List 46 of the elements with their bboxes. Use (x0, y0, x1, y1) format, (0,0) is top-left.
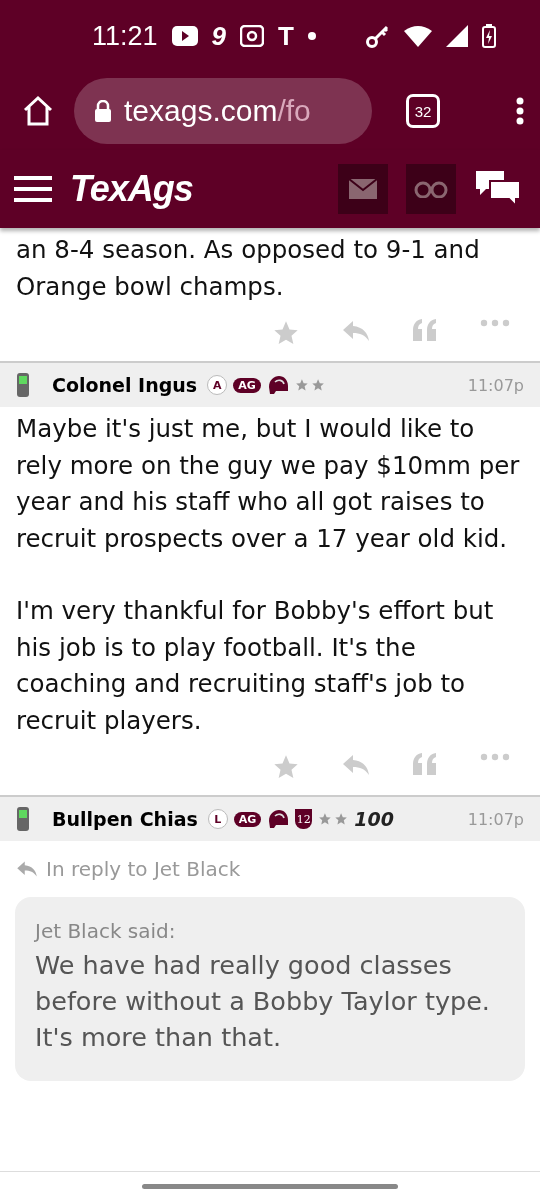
helmet-icon (267, 809, 290, 829)
two-stars-icon (318, 812, 349, 826)
clock: 11:21 (92, 20, 158, 52)
quote-attribution: Jet Black said: (35, 919, 177, 943)
reply-icon (16, 860, 38, 878)
star-icon (272, 753, 300, 781)
play-icon (171, 26, 198, 46)
user-badge: AG (233, 811, 262, 827)
phone-icon (16, 806, 30, 832)
signal-icon (446, 25, 468, 47)
wifi-icon (404, 25, 432, 47)
notification-letter: T (278, 20, 294, 52)
binoculars-icon (414, 180, 448, 198)
post-time: 11:07p (467, 809, 524, 829)
battery-icon (482, 24, 496, 48)
watch-button[interactable] (406, 164, 456, 214)
post-time: 11:07p (467, 375, 524, 395)
quote-text: We have had really good classes before without a Bobby Taylor type. It's more than that. (35, 949, 491, 1054)
notification-letter: 9 (211, 20, 227, 52)
author-name[interactable]: Bullpen Chias (52, 808, 198, 830)
dot-icon (307, 32, 316, 40)
radio-icon (240, 25, 265, 47)
star-icon (272, 319, 300, 347)
user-badge: 12 (295, 809, 313, 829)
more-icon[interactable] (516, 97, 524, 125)
two-stars-icon (294, 378, 325, 392)
rank-label: 100 (354, 808, 394, 830)
user-badge: A (207, 375, 228, 395)
envelope-icon (349, 179, 377, 199)
user-badge: L (207, 809, 228, 829)
phone-icon (16, 372, 30, 398)
site-logo[interactable]: TexAgs (70, 168, 193, 210)
home-icon[interactable] (22, 95, 54, 127)
post-text: I'm very thankful for Bobby's effort but his job is to play football. It's the coaching and recruiting staff's job to recruit players. (16, 595, 495, 737)
gesture-handle[interactable] (142, 1183, 398, 1189)
messages-button[interactable] (338, 164, 388, 214)
menu-icon[interactable] (14, 175, 52, 203)
user-badge: AG (233, 377, 261, 393)
url-field[interactable]: texags.com/fo (74, 78, 372, 144)
helmet-icon (266, 375, 289, 395)
lock-icon (94, 100, 112, 122)
post-text: Maybe it's just me, but I would like to rely more on the guy we pay $10mm per year and his staff who all got raises to recruit prospects over a 17 year old kid. (16, 413, 521, 555)
key-icon (366, 24, 390, 48)
tab-count[interactable]: 32 (406, 94, 440, 128)
author-name[interactable]: Colonel Ingus (52, 374, 198, 396)
post-text: an 8-4 season. As opposed to 9-1 and Orange bowl champs. (16, 234, 481, 303)
